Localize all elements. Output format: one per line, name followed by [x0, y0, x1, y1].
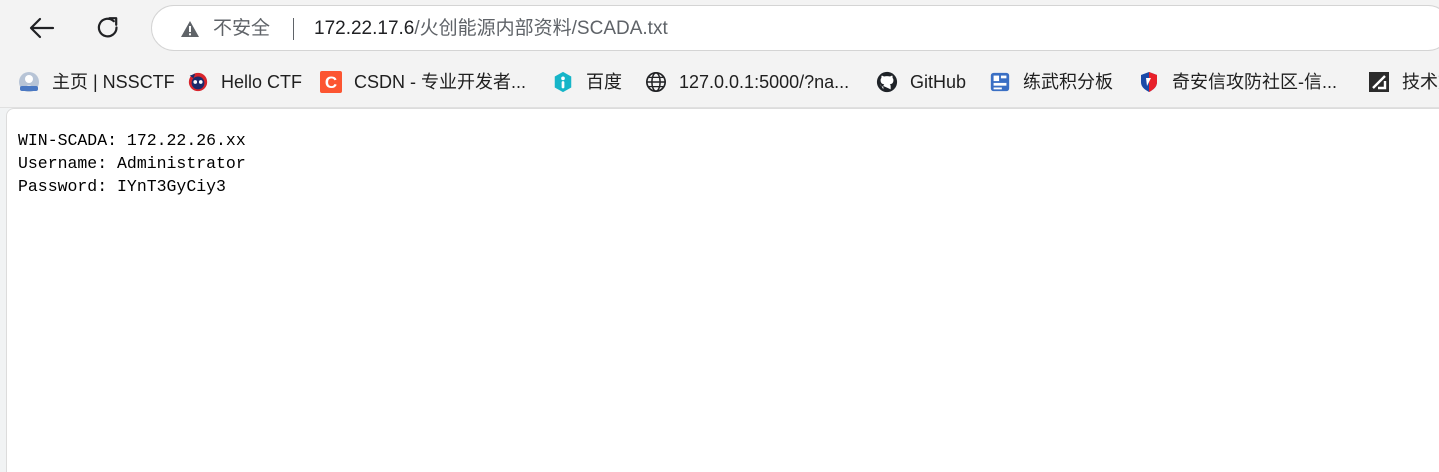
address-divider [293, 18, 294, 40]
bookmark-localhost[interactable]: 127.0.0.1:5000/?na... [645, 68, 849, 96]
url-host: 172.22.17.6 [314, 18, 415, 39]
warning-triangle-icon[interactable] [180, 20, 200, 38]
reload-icon [97, 17, 118, 38]
browser-toolbar: 不安全 172.22.17.6/火创能源内部资料/SCADA.txt [0, 0, 1439, 56]
url-text[interactable]: 172.22.17.6/火创能源内部资料/SCADA.txt [314, 18, 668, 40]
url-path: /火创能源内部资料/SCADA.txt [414, 18, 668, 39]
arrow-left-icon [29, 17, 55, 39]
bookmark-label: 百度 [586, 72, 622, 92]
csdn-icon: C [320, 71, 342, 93]
document-line-password: Password: IYnT3GyCiy3 [18, 177, 226, 196]
svg-text:C: C [325, 73, 337, 92]
browser-window: 不安全 172.22.17.6/火创能源内部资料/SCADA.txt 主页 | … [0, 0, 1439, 472]
baidu-icon [552, 71, 574, 93]
address-bar[interactable]: 不安全 172.22.17.6/火创能源内部资料/SCADA.txt [151, 5, 1439, 51]
bookmark-tech[interactable]: 技术文 [1368, 68, 1439, 96]
globe-icon [645, 71, 667, 93]
text-document: WIN-SCADA: 172.22.26.xx Username: Adminis… [18, 129, 246, 198]
bookmark-label: 127.0.0.1:5000/?na... [679, 72, 850, 92]
bookmark-scoreboard[interactable]: 练武积分板 [989, 68, 1113, 96]
bookmark-label: 主页 | NSSCTF [52, 72, 175, 92]
bookmark-csdn[interactable]: C CSDN - 专业开发者... [320, 68, 526, 96]
page-content: WIN-SCADA: 172.22.26.xx Username: Adminis… [6, 108, 1439, 472]
qianxin-icon [1138, 71, 1160, 93]
bookmarks-bar: 主页 | NSSCTF Hello CTF C CSDN - 专业开发者... … [0, 56, 1439, 108]
document-line-host: WIN-SCADA: 172.22.26.xx [18, 131, 246, 150]
bookmark-label: GitHub [910, 72, 967, 92]
bookmark-nssctf[interactable]: 主页 | NSSCTF [18, 68, 175, 96]
bookmark-hello-ctf[interactable]: Hello CTF [187, 68, 302, 96]
scoreboard-icon [989, 71, 1011, 93]
document-line-username: Username: Administrator [18, 154, 246, 173]
hello-ctf-icon [187, 71, 209, 93]
nssctf-icon [18, 71, 40, 93]
reload-button[interactable] [88, 8, 128, 48]
bookmark-label: 技术文 [1402, 72, 1439, 92]
security-status-text[interactable]: 不安全 [213, 18, 270, 40]
bookmark-label: CSDN - 专业开发者... [354, 72, 527, 92]
bookmark-label: 练武积分板 [1023, 72, 1113, 92]
bookmark-label: Hello CTF [221, 72, 303, 92]
github-icon [876, 71, 898, 93]
bookmark-label: 奇安信攻防社区-信... [1172, 72, 1337, 92]
back-button[interactable] [22, 8, 62, 48]
bookmark-qianxin[interactable]: 奇安信攻防社区-信... [1138, 68, 1337, 96]
bookmark-baidu[interactable]: 百度 [552, 68, 622, 96]
tech-icon [1368, 71, 1390, 93]
bookmark-github[interactable]: GitHub [876, 68, 966, 96]
